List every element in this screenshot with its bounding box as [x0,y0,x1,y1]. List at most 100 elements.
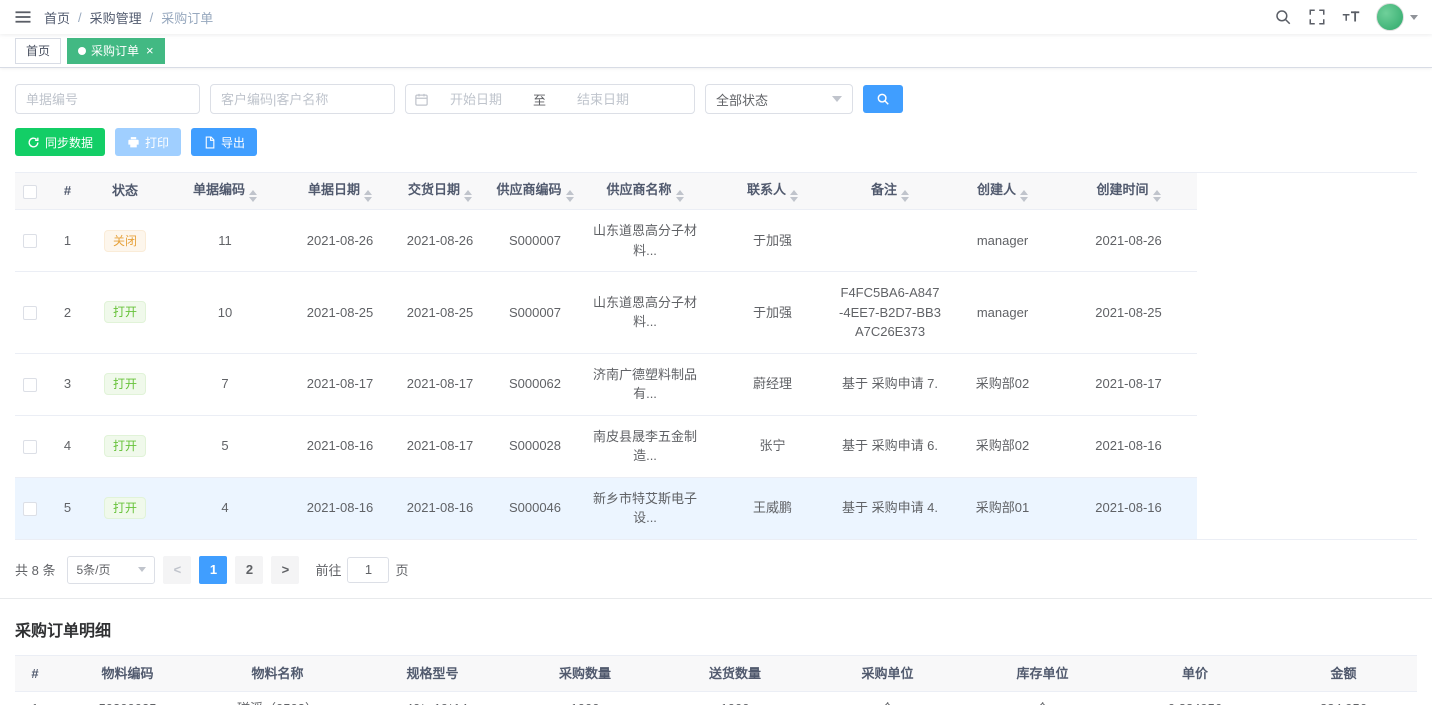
sidebar-toggle-icon[interactable] [14,8,32,26]
row-checkbox[interactable] [23,378,37,392]
doc-number-input[interactable] [15,84,200,114]
table-cell: 王威鹏 [710,477,835,539]
orders-pagination: 共 8 条 5条/页 < 12 > 前往 页 [15,556,1417,584]
refresh-icon [27,136,40,149]
detail-row[interactable]: 150300025磁浮（0503）φ40*φ19*1410001000个个0.8… [15,692,1417,705]
sort-icon[interactable] [1153,190,1161,202]
user-menu[interactable] [1376,3,1418,31]
column-header[interactable]: 联系人 [710,173,835,210]
column-header[interactable]: 创建人 [945,173,1060,210]
tab-label: 采购订单 [91,42,139,59]
status-badge: 打开 [104,497,146,519]
sort-icon[interactable] [464,190,472,202]
tab-home[interactable]: 首页 [15,38,61,64]
prev-page-button[interactable]: < [163,556,191,584]
sort-icon[interactable] [566,190,574,202]
sort-icon[interactable] [901,190,909,202]
row-checkbox[interactable] [23,306,37,320]
main-content: 至 全部状态 同步数据 打印 导出 [0,68,1432,705]
table-cell: 个 [965,692,1120,705]
table-cell: 0.884956 [1120,692,1270,705]
column-header[interactable]: 单据编码 [160,173,290,210]
page-number-button[interactable]: 1 [199,556,227,584]
page-jump-input[interactable] [347,557,389,583]
sync-data-button[interactable]: 同步数据 [15,128,105,156]
filter-bar: 至 全部状态 [15,84,1417,114]
table-cell: 采购部02 [945,353,1060,415]
table-cell: 张宁 [710,415,835,477]
print-button[interactable]: 打印 [115,128,181,156]
breadcrumb-purchase-management[interactable]: 采购管理 [90,8,142,27]
next-page-button[interactable]: > [271,556,299,584]
table-cell [835,210,945,272]
page-jump: 前往 页 [315,557,408,583]
sort-icon[interactable] [364,190,372,202]
toolbar: 同步数据 打印 导出 [15,128,1417,156]
detail-head-row: #物料编码物料名称规格型号采购数量送货数量采购单位库存单位单价金额 [15,656,1417,692]
table-cell: 5 [160,415,290,477]
column-header[interactable]: 供应商编码 [490,173,580,210]
table-cell: 新乡市特艾斯电子设... [580,477,710,539]
customer-input[interactable] [210,84,395,114]
close-icon[interactable]: × [146,44,154,57]
column-header[interactable]: 交货日期 [390,173,490,210]
start-date-input[interactable] [433,92,519,107]
tab-purchase-order[interactable]: 采购订单 × [67,38,165,64]
column-header[interactable]: 供应商名称 [580,173,710,210]
document-icon [203,136,216,149]
column-header: 单价 [1120,656,1270,692]
table-cell: 2021-08-17 [390,353,490,415]
status-select[interactable]: 全部状态 [705,84,853,114]
column-header: 采购单位 [810,656,965,692]
row-checkbox[interactable] [23,502,37,516]
caret-down-icon [1410,15,1418,20]
order-row[interactable]: 5 打开 42021-08-162021-08-16S000046新乡市特艾斯电… [15,477,1417,539]
select-all-checkbox[interactable] [23,185,37,199]
order-row[interactable]: 4 打开 52021-08-162021-08-17S000028南皮县晟李五金… [15,415,1417,477]
table-cell: 基于 采购申请 7. [835,353,945,415]
column-header[interactable]: 单据日期 [290,173,390,210]
font-size-icon[interactable] [1342,8,1360,26]
table-cell: S000007 [490,272,580,354]
page-number-button[interactable]: 2 [235,556,263,584]
row-index: 4 [45,415,90,477]
table-cell: 2021-08-26 [1060,210,1197,272]
order-row[interactable]: 3 打开 72021-08-172021-08-17S000062济南广德塑料制… [15,353,1417,415]
order-row[interactable]: 1 关闭 112021-08-262021-08-26S000007山东道恩高分… [15,210,1417,272]
export-button[interactable]: 导出 [191,128,257,156]
search-icon[interactable] [1274,8,1292,26]
detail-table-container: #物料编码物料名称规格型号采购数量送货数量采购单位库存单位单价金额 150300… [15,655,1417,705]
row-checkbox[interactable] [23,440,37,454]
column-header: # [15,656,55,692]
column-header[interactable]: 备注 [835,173,945,210]
fullscreen-icon[interactable] [1308,8,1326,26]
sort-icon[interactable] [249,190,257,202]
table-gutter [1197,415,1417,477]
search-button[interactable] [863,85,903,113]
avatar[interactable] [1376,3,1404,31]
sort-icon[interactable] [1020,190,1028,202]
column-header[interactable]: 创建时间 [1060,173,1197,210]
sort-icon[interactable] [676,190,684,202]
table-cell: S000007 [490,210,580,272]
table-cell: 磁浮（0503） [200,692,355,705]
column-header: 规格型号 [355,656,510,692]
sort-icon[interactable] [790,190,798,202]
date-range-picker[interactable]: 至 [405,84,695,114]
column-header: 状态 [90,173,160,210]
table-cell: manager [945,210,1060,272]
order-row[interactable]: 2 打开 102021-08-252021-08-25S000007山东道恩高分… [15,272,1417,354]
breadcrumb: 首页 / 采购管理 / 采购订单 [44,8,213,27]
detail-table-body: 150300025磁浮（0503）φ40*φ19*1410001000个个0.8… [15,692,1417,705]
table-cell: 11 [160,210,290,272]
table-cell: F4FC5BA6-A847-4EE7-B2D7-BB3A7C26E373 [835,272,945,354]
table-cell: 基于 采购申请 4. [835,477,945,539]
page-size-select[interactable]: 5条/页 [67,556,155,584]
row-checkbox[interactable] [23,234,37,248]
table-cell: 采购部01 [945,477,1060,539]
breadcrumb-home[interactable]: 首页 [44,8,70,27]
table-cell: 山东道恩高分子材料... [580,210,710,272]
end-date-input[interactable] [560,92,646,107]
table-cell: 2021-08-16 [290,477,390,539]
breadcrumb-separator: / [150,10,154,25]
